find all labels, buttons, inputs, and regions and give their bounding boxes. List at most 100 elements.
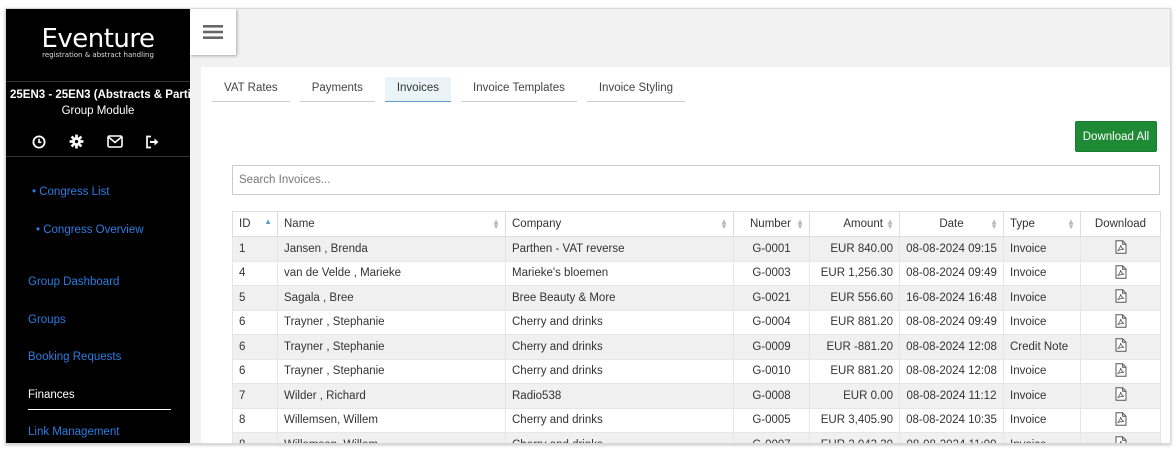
column-header-amount[interactable]: Amount ▲ ▼ [809,211,900,237]
cell-date: 08-08-2024 10:35 [899,408,1004,433]
column-header-type[interactable]: Type ▲ ▼ [1003,211,1081,237]
column-header-id[interactable]: ID ▲ [232,211,278,237]
table-row[interactable]: 6 Trayner , Stephanie Cherry and drinks G-0… [232,310,1161,335]
cell-amount: EUR 1,256.30 [809,261,900,286]
table-row[interactable]: 4 van de Velde , Marieke Marieke's bloemen… [232,261,1161,286]
invoices-table: ID ▲ Name ▲ ▼ Company ▲ ▼ Number ▲ ▼ Amount ▲ ▼ D… [232,211,1161,443]
sidebar-item-congress-overview[interactable]: • Congress Overview [36,224,144,236]
tab-invoices[interactable]: Invoices [384,77,452,102]
pdf-download-icon[interactable] [1115,338,1127,355]
table-row[interactable]: 8Willemsen, WillemCherry and drinksG-000… [232,408,1161,433]
sort-icon: ▲ ▼ [1067,217,1075,231]
tab-invoice-templates[interactable]: Invoice Templates [461,77,577,102]
sidebar: Eventure registration & abstract handlin… [6,9,190,443]
pdf-download-icon[interactable] [1115,265,1127,282]
cell-company: Cherry and drinks [505,334,734,360]
sidebar-item-groups[interactable]: Groups [28,314,66,326]
cell-type: Invoice [1003,285,1081,311]
pdf-download-icon[interactable] [1115,436,1127,443]
pdf-download-icon[interactable] [1115,412,1127,429]
table-row[interactable]: 5 Sagala , Bree Bree Beauty & More G-0021 EU… [232,285,1161,311]
sort-icon: ▲ ▼ [796,217,804,231]
cell-id: 7 [232,383,278,409]
congress-title: 25EN3 - 25EN3 (Abstracts & Partic... [10,89,190,101]
search-input[interactable] [232,165,1160,195]
cell-date: 08-08-2024 09:15 [899,236,1004,262]
sidebar-item-group-dashboard[interactable]: Group Dashboard [28,276,119,288]
cell-amount: EUR -881.20 [809,334,900,360]
gear-icon[interactable] [68,133,85,150]
logo-word: Eventure [41,24,155,54]
table-header-row: ID ▲ Name ▲ ▼ Company ▲ ▼ Number ▲ ▼ Amount ▲ ▼ D… [232,211,1161,237]
cell-download [1080,285,1161,311]
cell-download [1080,310,1161,335]
cell-number: G-0007 [733,432,810,443]
download-all-button[interactable]: Download All [1075,121,1157,152]
cell-name: van de Velde , Marieke [277,261,506,286]
cell-amount: EUR 2,043.30 [809,432,900,443]
sort-icon: ▲ ▼ [720,217,728,231]
tab-vat-rates[interactable]: VAT Rates [212,77,290,102]
cell-number: G-0021 [733,285,810,311]
cell-company: Radio538 [505,383,734,409]
tab-payments[interactable]: Payments [299,77,375,102]
pdf-download-icon[interactable] [1115,387,1127,404]
column-header-name[interactable]: Name ▲ ▼ [277,211,506,237]
table-row[interactable]: 6 Trayner , Stephanie Cherry and drinks G-0… [232,334,1161,360]
cell-type: Credit Note [1003,334,1081,360]
finance-tabs: VAT Rates Payments Invoices Invoice Temp… [212,77,695,102]
column-header-download: Download [1080,211,1161,237]
cell-amount: EUR 840.00 [809,236,900,262]
hamburger-menu-button[interactable] [190,9,236,55]
cell-date: 08-08-2024 09:49 [899,310,1004,335]
tab-invoice-styling[interactable]: Invoice Styling [586,77,686,102]
header-label: Type [1010,218,1035,230]
pdf-download-icon[interactable] [1115,363,1127,380]
module-name: Group Module [61,105,135,117]
sidebar-item-link-management[interactable]: Link Management [28,426,119,438]
cell-download [1080,383,1161,409]
cell-date: 16-08-2024 16:48 [899,285,1004,311]
cell-company: Parthen - VAT reverse [505,236,734,262]
cell-download [1080,408,1161,433]
column-header-company[interactable]: Company ▲ ▼ [505,211,734,237]
cell-name: Trayner , Stephanie [277,310,506,335]
cell-number: G-0003 [733,261,810,286]
sidebar-item-congress-list[interactable]: • Congress List [32,186,110,198]
cell-id: 8 [232,408,278,433]
logo: Eventure registration & abstract handlin… [6,25,190,59]
pdf-download-icon[interactable] [1115,314,1127,331]
column-header-number[interactable]: Number ▲ ▼ [733,211,810,237]
cell-type: Invoice [1003,432,1081,443]
sidebar-item-booking-requests[interactable]: Booking Requests [28,351,121,363]
cell-download [1080,334,1161,360]
table-row[interactable]: 6 Trayner , Stephanie Cherry and drinks G-0… [232,359,1161,384]
sidebar-item-finances[interactable]: Finances [28,389,75,401]
cell-number: G-0005 [733,408,810,433]
cell-type: Invoice [1003,383,1081,409]
pdf-download-icon[interactable] [1115,289,1127,306]
header-label: Number [750,218,791,230]
cell-date: 08-08-2024 11:09 [899,432,1004,443]
table-row[interactable]: 1 Jansen , Brenda Parthen - VAT reverse G-0… [232,236,1161,262]
pdf-download-icon[interactable] [1115,240,1127,257]
table-row[interactable]: 8Willemsen, WillemCherry and drinksG-000… [232,432,1161,443]
cell-name: Sagala , Bree [277,285,506,311]
cell-name: Willemsen, Willem [277,408,506,433]
column-header-date[interactable]: Date ▲ ▼ [899,211,1004,237]
cell-number: G-0004 [733,310,810,335]
cell-company: Bree Beauty & More [505,285,734,311]
cell-download [1080,236,1161,262]
clock-icon[interactable] [30,133,47,150]
table-row[interactable]: 7 Wilder , Richard Radio538 G-0008 EUR 0.00 0… [232,383,1161,409]
envelope-icon[interactable] [106,133,123,150]
app-window: Eventure registration & abstract handlin… [5,8,1171,444]
logout-icon[interactable] [144,133,161,150]
cell-company: Cherry and drinks [505,432,734,443]
cell-company: Cherry and drinks [505,359,734,384]
active-item-underline [28,409,171,410]
cell-type: Invoice [1003,236,1081,262]
cell-number: G-0001 [733,236,810,262]
cell-type: Invoice [1003,359,1081,384]
header-label: Date [939,218,964,230]
